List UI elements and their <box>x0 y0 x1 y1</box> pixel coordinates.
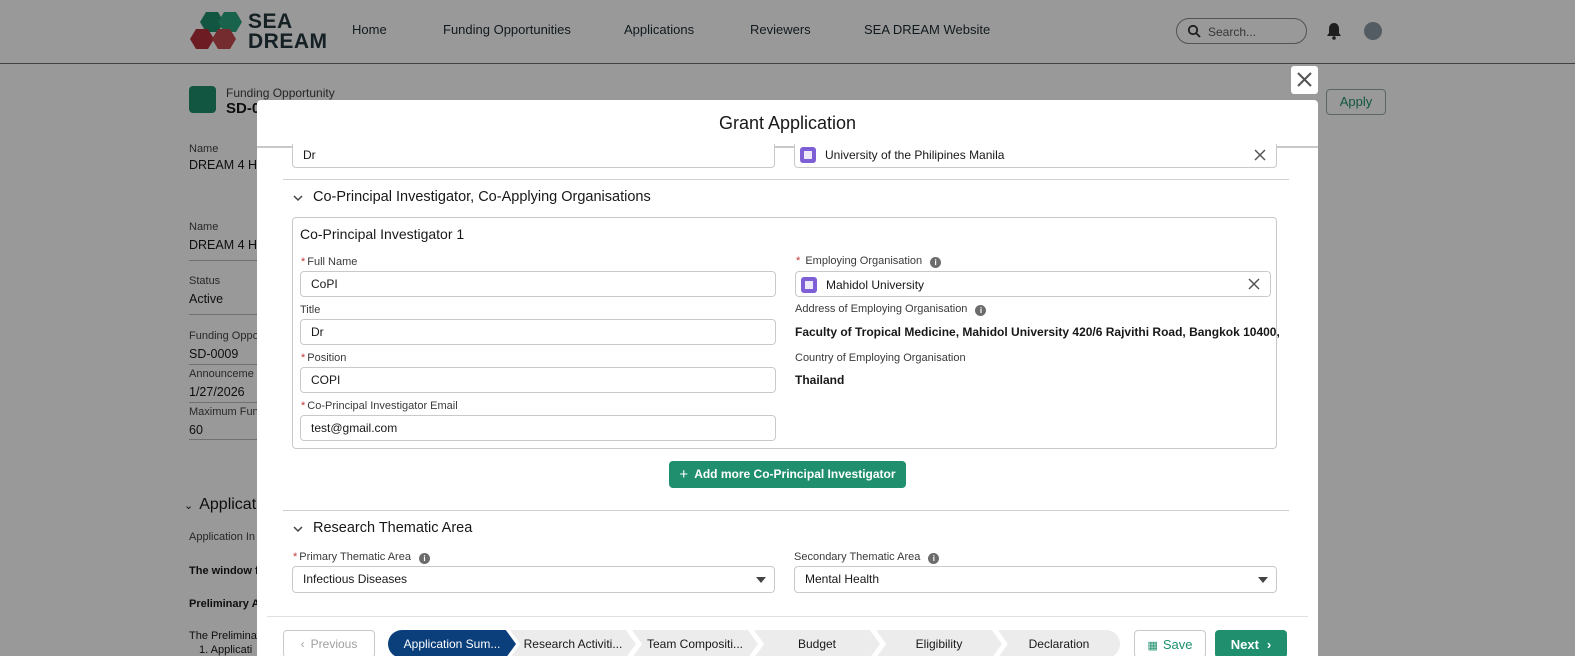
chevron-left-icon: ‹ <box>300 637 305 651</box>
dropdown-caret-icon <box>1258 577 1268 583</box>
next-button[interactable]: Next › <box>1215 630 1287 656</box>
lookup-value: University of the Philipines Manila <box>825 148 1005 162</box>
address-value: Faculty of Tropical Medicine, Mahidol Un… <box>795 325 1280 339</box>
secondary-thematic-select[interactable]: Mental Health <box>794 566 1277 593</box>
full-name-input[interactable]: CoPI <box>300 271 776 297</box>
section-divider <box>283 510 1289 511</box>
close-icon <box>1297 72 1312 87</box>
title-input[interactable]: Dr <box>300 319 776 345</box>
pi-title-input[interactable]: Dr <box>292 144 775 168</box>
step-budget[interactable]: Budget <box>754 630 880 656</box>
previous-button[interactable]: ‹ Previous <box>283 630 375 656</box>
pi-organisation-lookup[interactable]: University of the Philipines Manila <box>794 144 1277 168</box>
country-value: Thailand <box>795 373 845 387</box>
grant-application-modal: Grant Application Dr University of the P… <box>257 100 1318 656</box>
modal-title: Grant Application <box>718 113 857 133</box>
secondary-thematic-label: Secondary Thematic Area i <box>794 551 940 564</box>
step-eligibility[interactable]: Eligibility <box>876 630 1002 656</box>
primary-thematic-label: * Primary Thematic Area i <box>293 551 430 564</box>
select-value: Infectious Diseases <box>303 572 408 586</box>
chevron-right-icon: › <box>1266 636 1272 652</box>
position-input[interactable]: COPI <box>300 367 776 393</box>
dropdown-caret-icon <box>756 577 766 583</box>
info-icon[interactable]: i <box>930 257 942 268</box>
select-value: Mental Health <box>805 572 880 586</box>
country-label: Country of Employing Organisation <box>795 352 966 364</box>
plus-icon: + <box>679 466 689 483</box>
email-label: * Co-Principal Investigator Email <box>301 400 458 412</box>
step-application-summary[interactable]: Application Sum... <box>388 630 516 656</box>
info-icon[interactable]: i <box>928 553 940 564</box>
title-label: Title <box>300 304 321 316</box>
chevron-down-icon <box>293 195 303 202</box>
save-icon: ▦ <box>1147 639 1158 652</box>
modal-header: Grant Application <box>257 100 1318 148</box>
step-declaration[interactable]: Declaration <box>998 630 1120 656</box>
section-divider <box>283 179 1289 180</box>
email-input[interactable]: test@gmail.com <box>300 415 776 441</box>
copi-card-title: Co-Principal Investigator 1 <box>300 226 465 242</box>
step-research-activities[interactable]: Research Activiti... <box>510 630 636 656</box>
position-label: * Position <box>301 352 347 364</box>
employing-org-lookup[interactable]: Mahidol University <box>795 271 1271 297</box>
employing-org-label: * Employing Organisation i <box>796 255 942 268</box>
info-icon[interactable]: i <box>975 305 987 316</box>
full-name-label: * Full Name <box>301 256 358 268</box>
add-copi-button[interactable]: + Add more Co-Principal Investigator <box>669 461 906 488</box>
chevron-down-icon <box>293 526 303 533</box>
clear-icon[interactable] <box>1254 149 1266 161</box>
organisation-icon <box>801 277 817 293</box>
address-label: Address of Employing Organisation i <box>795 303 987 316</box>
modal-close-button[interactable] <box>1291 66 1318 94</box>
clear-icon[interactable] <box>1248 278 1260 290</box>
organisation-icon <box>800 147 816 163</box>
save-button[interactable]: ▦ Save <box>1134 630 1206 656</box>
lookup-value: Mahidol University <box>826 278 925 292</box>
copi-card: Co-Principal Investigator 1 * Full Name C… <box>292 217 1280 449</box>
modal-footer: ‹ Previous Application Sum... Research Ac… <box>267 616 1308 656</box>
info-icon[interactable]: i <box>418 553 430 564</box>
primary-thematic-select[interactable]: Infectious Diseases <box>292 566 775 593</box>
step-team-composition[interactable]: Team Compositi... <box>632 630 758 656</box>
